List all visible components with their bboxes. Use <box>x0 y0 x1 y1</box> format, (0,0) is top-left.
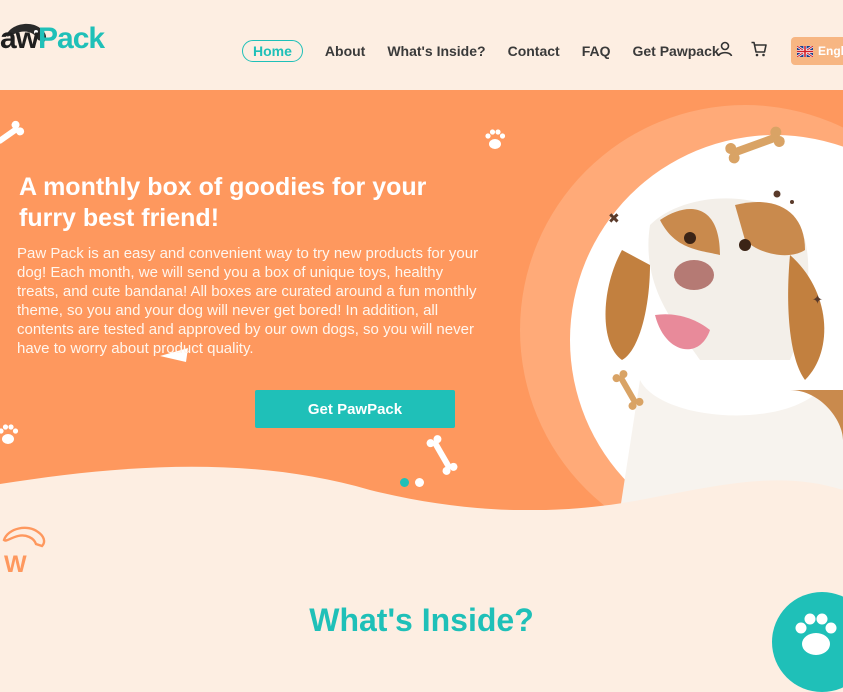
nav-home[interactable]: Home <box>242 40 303 62</box>
brand-logo-accent: Pack <box>38 22 104 55</box>
sparkle-icon: ✦ <box>812 293 823 308</box>
nav-whats-inside[interactable]: What's Inside? <box>387 43 485 59</box>
nav-get-pawpack[interactable]: Get Pawpack <box>632 43 719 59</box>
nav-contact[interactable]: Contact <box>508 43 560 59</box>
language-label: English <box>818 44 843 58</box>
header: awPack Home About What's Inside? Contact… <box>0 0 843 90</box>
brand-logo-dark: aw <box>0 22 38 55</box>
section-title-whats-inside: What's Inside? <box>0 602 843 639</box>
svg-text:W: W <box>4 551 27 576</box>
paw-icon <box>0 424 18 444</box>
dot-decoration <box>790 200 794 204</box>
brand-logo-text[interactable]: awPack <box>0 22 104 56</box>
get-pawpack-button[interactable]: Get PawPack <box>255 390 455 428</box>
sparkle-icon: ✖ <box>608 211 620 227</box>
cart-icon[interactable] <box>750 40 768 58</box>
dot-decoration <box>774 191 781 198</box>
nav-faq[interactable]: FAQ <box>582 43 611 59</box>
nav-about[interactable]: About <box>325 43 365 59</box>
hero-banner: ✖ ✦ A monthly box of goodies for your fu… <box>0 90 843 510</box>
uk-flag-icon <box>797 46 813 57</box>
main-nav: Home About What's Inside? Contact FAQ Ge… <box>242 40 742 62</box>
hero-wave-divider <box>0 460 843 540</box>
hero-description: Paw Pack is an easy and convenient way t… <box>17 244 479 358</box>
user-icon[interactable] <box>716 40 734 58</box>
language-selector[interactable]: English <box>791 37 843 65</box>
dog-logo-icon: W <box>0 524 50 576</box>
hero-title: A monthly box of goodies for your furry … <box>19 172 479 234</box>
paw-icon <box>485 129 505 149</box>
bone-icon <box>0 119 26 148</box>
